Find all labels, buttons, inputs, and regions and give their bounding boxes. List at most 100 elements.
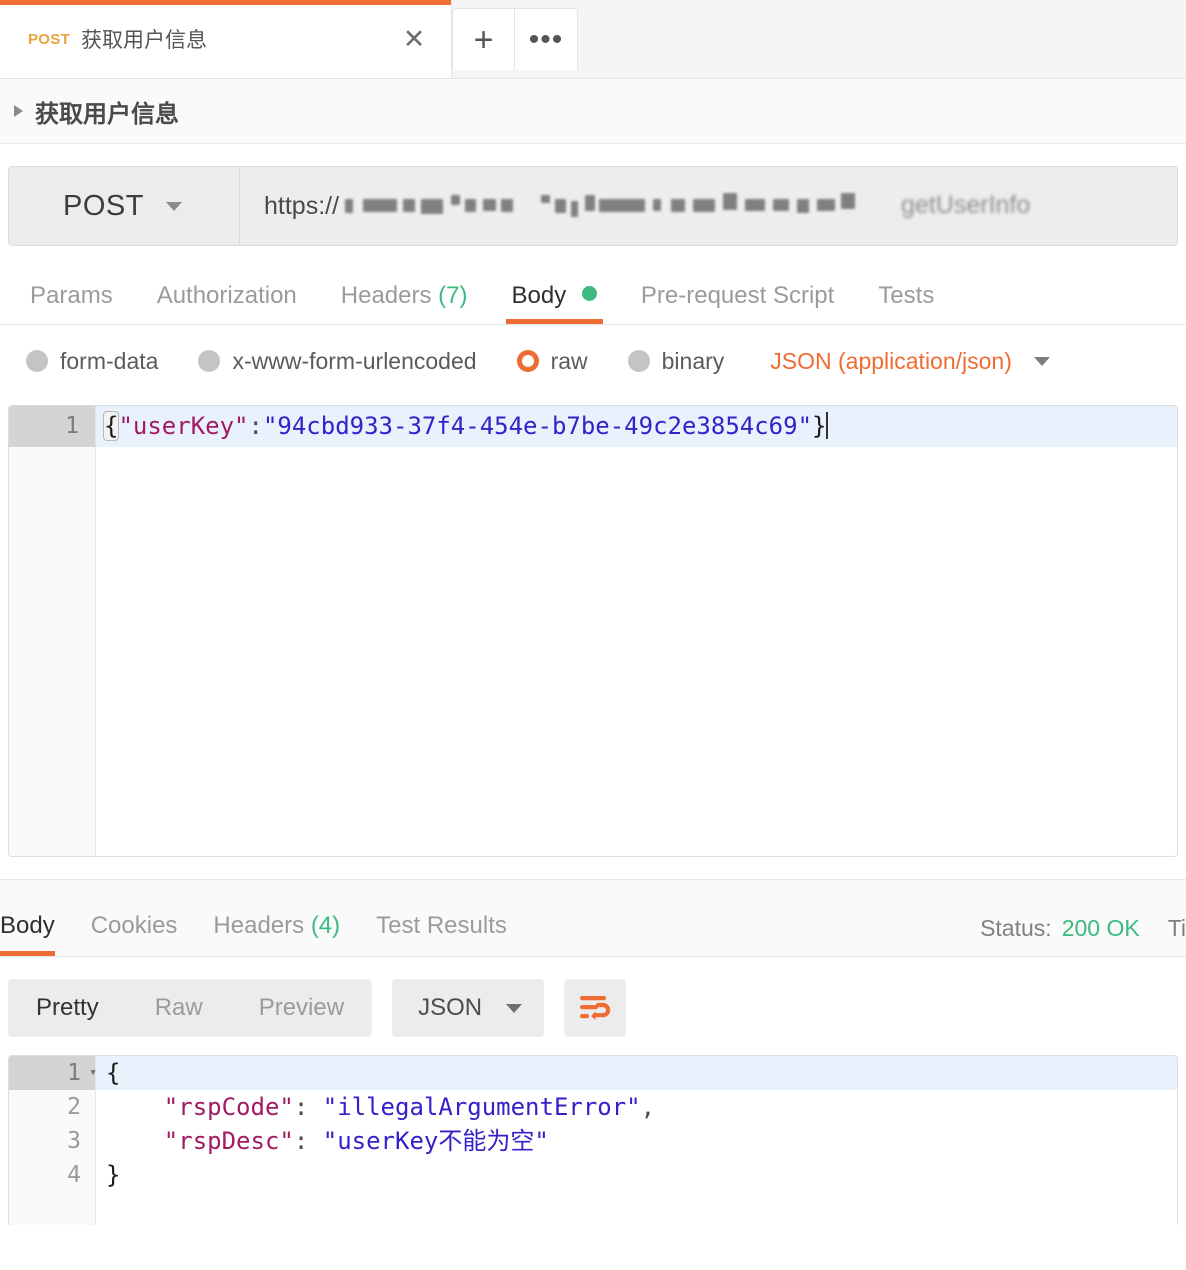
body-type-binary-label: binary (662, 348, 725, 375)
postman-window: POST 获取用户信息 ✕ + ••• 获取用户信息 POST https:// (0, 0, 1186, 1270)
json-open-brace: { (106, 1059, 120, 1087)
response-tab-headers[interactable]: Headers (4) (195, 912, 358, 956)
json-colon: : (249, 412, 263, 440)
new-tab-button[interactable]: + (452, 8, 515, 70)
ellipsis-icon: ••• (529, 34, 564, 46)
response-tab-body[interactable]: Body (0, 912, 73, 956)
response-view-segmented-control: Pretty Raw Preview (8, 979, 372, 1037)
chevron-down-icon (1034, 357, 1050, 366)
tab-body-label: Body (512, 282, 567, 309)
close-icon[interactable]: ✕ (399, 24, 429, 54)
plus-icon: + (474, 23, 494, 57)
fold-arrow-icon[interactable]: ▾ (79, 1056, 97, 1090)
json-value-userkey: "94cbd933-37f4-454e-b7be-49c2e3854c69" (263, 412, 812, 440)
body-type-form-data[interactable]: form-data (26, 348, 158, 375)
json-colon: : (294, 1093, 323, 1121)
body-type-urlencoded[interactable]: x-www-form-urlencoded (198, 348, 476, 375)
response-body-line-4: } (96, 1158, 1177, 1192)
body-present-dot-icon (582, 286, 597, 301)
line-number: 3 (9, 1124, 95, 1158)
json-value-rspcode: "illegalArgumentError" (323, 1093, 641, 1121)
url-protocol-text: https:// (264, 192, 339, 221)
tab-strip-buttons: + ••• (452, 8, 578, 70)
body-type-raw[interactable]: raw (517, 348, 588, 375)
json-key-rspdesc: "rspDesc" (164, 1127, 294, 1155)
response-gap (0, 857, 1186, 879)
radio-icon (628, 350, 650, 372)
response-tab-cookies-label: Cookies (91, 912, 178, 939)
response-tab-test-results[interactable]: Test Results (358, 912, 525, 956)
request-tabs: Params Authorization Headers (7) Body Pr… (0, 264, 1186, 325)
response-body-line-1: { (96, 1056, 1177, 1090)
response-editor-gutter: 1▾ 2 3 4 (9, 1056, 95, 1225)
json-close-brace: } (106, 1161, 120, 1189)
body-type-urlencoded-label: x-www-form-urlencoded (232, 348, 476, 375)
response-tabs: Body Cookies Headers (4) Test Results St… (0, 880, 1186, 957)
response-code-area[interactable]: { "rspCode": "illegalArgumentError", "rs… (96, 1056, 1177, 1225)
view-raw-button[interactable]: Raw (127, 994, 231, 1022)
body-type-binary[interactable]: binary (628, 348, 725, 375)
line-number: 1 (9, 406, 95, 447)
response-status-area: Status: 200 OK Ti (980, 915, 1186, 942)
request-code-area[interactable]: {"userKey":"94cbd933-37f4-454e-b7be-49c2… (96, 406, 1177, 856)
json-close-brace: } (812, 412, 826, 440)
http-method-label: POST (63, 190, 144, 223)
url-redacted-region: getUserInfo (341, 191, 1177, 221)
view-raw-label: Raw (155, 994, 203, 1021)
http-method-select[interactable]: POST (9, 167, 240, 245)
url-row: POST https:// (0, 144, 1186, 264)
radio-selected-icon (517, 350, 539, 372)
content-type-select[interactable]: JSON (application/json) (770, 348, 1050, 375)
request-body-editor[interactable]: 1 {"userKey":"94cbd933-37f4-454e-b7be-49… (8, 405, 1178, 857)
view-preview-button[interactable]: Preview (231, 994, 372, 1022)
word-wrap-button[interactable] (564, 979, 626, 1037)
status-badge: 200 OK (1062, 915, 1140, 942)
response-tab-headers-count: (4) (311, 912, 340, 939)
response-tab-cookies[interactable]: Cookies (73, 912, 196, 956)
view-pretty-button[interactable]: Pretty (8, 994, 127, 1022)
view-pretty-label: Pretty (36, 994, 99, 1021)
url-input[interactable]: https:// (240, 167, 1177, 245)
view-preview-label: Preview (259, 994, 344, 1021)
response-tab-body-label: Body (0, 912, 55, 939)
caret-right-icon[interactable] (14, 105, 23, 117)
line-number: 2 (9, 1090, 95, 1124)
response-toolbar: Pretty Raw Preview JSON (0, 957, 1186, 1055)
line-number: 1▾ (9, 1056, 95, 1090)
tab-strip: POST 获取用户信息 ✕ + ••• (0, 0, 1186, 79)
tab-params-label: Params (30, 282, 113, 309)
tab-authorization[interactable]: Authorization (135, 282, 319, 324)
radio-icon (26, 350, 48, 372)
url-bar: POST https:// (8, 166, 1178, 246)
tab-active-accent-bar (0, 0, 451, 5)
word-wrap-icon (578, 993, 612, 1023)
response-body-line-3: "rspDesc": "userKey不能为空" (96, 1124, 1177, 1158)
tab-headers-label: Headers (341, 282, 432, 309)
response-tab-test-results-label: Test Results (376, 912, 507, 939)
request-editor-gutter: 1 (9, 406, 95, 856)
tab-headers[interactable]: Headers (7) (319, 282, 490, 324)
chevron-down-icon (506, 1004, 522, 1013)
tab-method-label: POST (28, 31, 70, 48)
json-key-userkey: "userKey" (118, 412, 248, 440)
request-name-row: 获取用户信息 (0, 79, 1186, 144)
response-tab-body-active-underline (0, 951, 55, 956)
request-tab-active[interactable]: POST 获取用户信息 ✕ (0, 0, 452, 78)
tab-pre-request-script-label: Pre-request Script (641, 282, 834, 309)
response-format-select[interactable]: JSON (392, 979, 544, 1037)
response-body-line-2: "rspCode": "illegalArgumentError", (96, 1090, 1177, 1124)
body-type-row: form-data x-www-form-urlencoded raw bina… (0, 325, 1186, 397)
line-number: 4 (9, 1158, 95, 1192)
status-label: Status: (980, 915, 1052, 942)
json-colon: : (294, 1127, 323, 1155)
tab-body[interactable]: Body (490, 282, 619, 324)
tab-params[interactable]: Params (8, 282, 135, 324)
tab-options-button[interactable]: ••• (515, 8, 578, 70)
tab-tests[interactable]: Tests (856, 282, 956, 324)
json-comma: , (641, 1093, 655, 1121)
url-tail-text: getUserInfo (901, 191, 1030, 220)
response-body-editor[interactable]: 1▾ 2 3 4 { "rspCode": "illegalArgumentEr… (8, 1055, 1178, 1225)
tab-pre-request-script[interactable]: Pre-request Script (619, 282, 856, 324)
request-body-line-1: {"userKey":"94cbd933-37f4-454e-b7be-49c2… (96, 406, 1177, 447)
tab-authorization-label: Authorization (157, 282, 297, 309)
